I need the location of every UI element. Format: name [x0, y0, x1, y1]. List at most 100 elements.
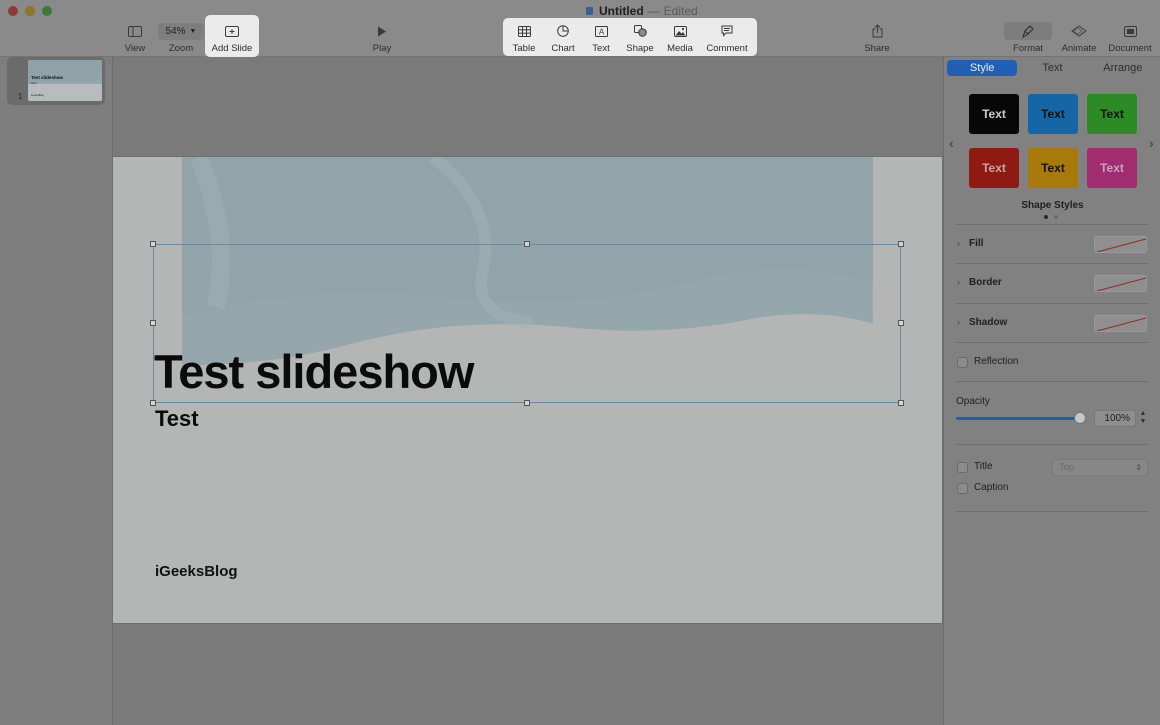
keynote-window: Untitled — Edited View 54% ▼ Zoom Add Slide…: [0, 0, 1160, 725]
opacity-input[interactable]: 100%: [1094, 410, 1136, 427]
tab-style[interactable]: Style: [947, 60, 1018, 76]
zoom-button[interactable]: 54% ▼ Zoom: [158, 22, 204, 54]
border-label[interactable]: Border: [969, 277, 1002, 288]
add-slide-icon: [225, 25, 239, 37]
shape-style-label: Text: [1100, 161, 1124, 175]
slide-thumbnail[interactable]: Test slideshow Test iGeeksBlog: [28, 60, 102, 101]
resize-handle-bottom-right[interactable]: [898, 400, 904, 406]
play-label: Play: [372, 43, 392, 54]
divider: [956, 263, 1148, 264]
shape-style-tile[interactable]: Text: [1028, 148, 1078, 188]
chevron-right-icon[interactable]: ›: [1149, 135, 1154, 151]
shape-style-tile[interactable]: Text: [969, 148, 1019, 188]
shadow-label[interactable]: Shadow: [969, 317, 1007, 328]
shape-style-label: Text: [1041, 107, 1065, 121]
document-button[interactable]: Document: [1106, 22, 1154, 54]
resize-handle-top[interactable]: [524, 241, 530, 247]
resize-handle-bottom-left[interactable]: [150, 400, 156, 406]
title-position-select[interactable]: Top ⇕: [1052, 459, 1148, 476]
animate-button[interactable]: Animate: [1060, 22, 1098, 54]
edit-status: Edited: [663, 4, 698, 18]
slide-canvas[interactable]: Test slideshow Test iGeeksBlog: [113, 57, 943, 725]
animate-label: Animate: [1061, 43, 1097, 54]
opacity-slider-fill: [956, 417, 1080, 420]
reflection-checkbox[interactable]: [957, 357, 968, 368]
fill-color-well[interactable]: [1094, 236, 1147, 253]
shape-style-label: Text: [982, 161, 1006, 175]
photo-icon: [673, 25, 687, 37]
shape-style-tile[interactable]: Text: [969, 94, 1019, 134]
view-button[interactable]: View: [122, 22, 148, 54]
shape-button[interactable]: Shape: [624, 22, 656, 54]
fill-label[interactable]: Fill: [969, 238, 983, 249]
tab-text[interactable]: Text: [1017, 60, 1087, 76]
opacity-stepper[interactable]: ▲ ▼: [1138, 410, 1148, 427]
resize-handle-right[interactable]: [898, 320, 904, 326]
chevron-left-icon[interactable]: ‹: [949, 135, 954, 151]
zoom-label: Zoom: [168, 43, 194, 54]
title-position-value: Top: [1059, 462, 1075, 473]
chart-label: Chart: [551, 43, 575, 54]
comment-button[interactable]: Comment: [704, 22, 750, 54]
chart-button[interactable]: Chart: [548, 22, 578, 54]
chevron-down-icon: ▼: [189, 27, 197, 35]
comment-icon: [721, 25, 733, 37]
slide-footer-text[interactable]: iGeeksBlog: [155, 563, 238, 580]
border-color-well[interactable]: [1094, 275, 1147, 292]
resize-handle-top-left[interactable]: [150, 241, 156, 247]
title-checkbox[interactable]: [957, 462, 968, 473]
minimize-window-button[interactable]: [25, 6, 35, 16]
table-button[interactable]: Table: [509, 22, 539, 54]
shape-label: Shape: [626, 43, 654, 54]
shadow-color-well[interactable]: [1094, 315, 1147, 332]
play-button[interactable]: Play: [368, 22, 396, 54]
slide-subtitle[interactable]: Test: [155, 406, 199, 432]
text-button[interactable]: A Text: [588, 22, 614, 54]
resize-handle-left[interactable]: [150, 320, 156, 326]
resize-handle-bottom[interactable]: [524, 400, 530, 406]
shape-style-label: Text: [1041, 161, 1065, 175]
disclosure-arrow-icon[interactable]: ›: [957, 277, 960, 287]
slide[interactable]: Test slideshow Test iGeeksBlog: [113, 157, 942, 623]
fullscreen-window-button[interactable]: [42, 6, 52, 16]
close-window-button[interactable]: [8, 6, 18, 16]
page-dot[interactable]: [1054, 215, 1058, 219]
svg-text:A: A: [598, 27, 604, 36]
no-border-slash-icon: [1096, 277, 1146, 291]
shape-style-tile[interactable]: Text: [1028, 94, 1078, 134]
caption-checkbox[interactable]: [957, 483, 968, 494]
disclosure-arrow-icon[interactable]: ›: [957, 238, 960, 248]
shape-style-label: Text: [982, 107, 1006, 121]
text-box-icon: A: [594, 25, 608, 37]
thumbnail-title: Test slideshow: [31, 75, 63, 80]
no-shadow-slash-icon: [1096, 317, 1146, 331]
slide-navigator: 1 Test slideshow Test iGeeksBlog: [0, 57, 113, 725]
opacity-slider-knob[interactable]: [1074, 412, 1086, 424]
divider: [956, 511, 1148, 512]
diamond-icon: [1071, 25, 1087, 37]
stepper-up-icon[interactable]: ▲: [1138, 410, 1148, 418]
zoom-select[interactable]: 54% ▼: [158, 22, 204, 40]
document-label: Document: [1108, 43, 1152, 54]
zoom-value: 54%: [165, 25, 186, 37]
format-inspector: Style Text Arrange ‹ › Text Text Text Text T…: [943, 57, 1160, 725]
window-title: Untitled — Edited: [586, 4, 698, 18]
text-box-selection[interactable]: [150, 241, 904, 406]
media-button[interactable]: Media: [664, 22, 696, 54]
share-button[interactable]: Share: [862, 22, 892, 54]
tab-arrange[interactable]: Arrange: [1088, 60, 1158, 76]
slide-number: 1: [18, 92, 23, 101]
format-button[interactable]: Format: [1004, 22, 1052, 54]
caption-label: Caption: [974, 482, 1009, 493]
document-title[interactable]: Untitled: [599, 4, 644, 18]
stepper-down-icon[interactable]: ▼: [1138, 418, 1148, 426]
add-slide-button[interactable]: Add Slide: [208, 22, 256, 54]
shape-style-tile[interactable]: Text: [1087, 148, 1137, 188]
disclosure-arrow-icon[interactable]: ›: [957, 317, 960, 327]
page-dot-active[interactable]: [1044, 215, 1048, 219]
resize-handle-top-right[interactable]: [898, 241, 904, 247]
opacity-slider[interactable]: [956, 412, 1086, 424]
share-label: Share: [864, 43, 890, 54]
document-icon: [1123, 25, 1137, 37]
shape-style-tile[interactable]: Text: [1087, 94, 1137, 134]
